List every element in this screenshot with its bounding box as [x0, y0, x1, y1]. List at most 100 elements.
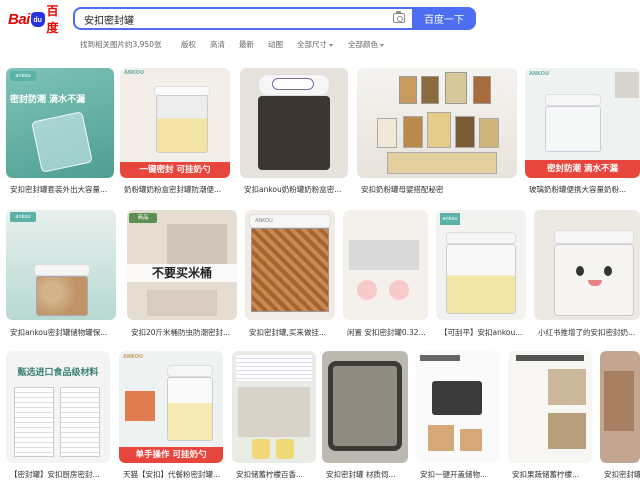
face-eye: [604, 266, 612, 276]
jar-illustration: [479, 118, 499, 148]
document-photo: [60, 387, 100, 457]
logo-text-baidu: 百度: [46, 4, 59, 35]
jar-illustration: [251, 228, 329, 312]
image-result[interactable]: [508, 351, 592, 463]
image-result[interactable]: [534, 210, 640, 320]
promo-banner: 密封防潮 滴水不漏: [525, 160, 640, 178]
image-caption[interactable]: 安扣20斤米桶防虫防潮密封...: [131, 327, 237, 338]
jar-lid: [34, 264, 90, 276]
image-caption[interactable]: 安扣密封罐 材质伺...: [326, 469, 408, 480]
image-caption[interactable]: 玻璃奶粉罐便携大容量奶粉...: [529, 184, 640, 195]
brand-badge: ANKOU: [255, 218, 273, 224]
image-caption[interactable]: 天猫【安扣】代餐粉密封罐...: [123, 469, 223, 480]
jar-illustration: [258, 96, 330, 170]
image-result[interactable]: 商品 不要买米桶: [127, 210, 237, 320]
result-count: 找到相关图片约3,950张: [80, 40, 162, 49]
jar-lid: [545, 94, 601, 106]
paw-icon: du: [30, 11, 45, 27]
image-caption[interactable]: 小红书推增了的安扣密封奶...: [538, 327, 638, 338]
search-input[interactable]: [75, 10, 375, 29]
image-caption[interactable]: 安扣ankou密封罐储物罐保...: [10, 327, 116, 338]
image-caption[interactable]: 安扣密封罐,买来做挂...: [249, 327, 335, 338]
image-result[interactable]: [343, 210, 428, 320]
image-caption[interactable]: 奶粉罐奶粉盒密封罐防潮便...: [124, 184, 230, 195]
image-caption[interactable]: 安扣果蔬储蓄柠檬...: [512, 469, 592, 480]
image-result[interactable]: [600, 351, 640, 463]
jar-illustration: [421, 76, 439, 104]
step-photo: [548, 369, 586, 405]
logo-text-bai: Bai: [8, 10, 30, 28]
product-photo: [147, 290, 217, 316]
search-button[interactable]: 百度一下: [412, 7, 476, 30]
product-photo: [349, 240, 419, 270]
filter-latest[interactable]: 最新: [239, 39, 254, 50]
baidu-logo[interactable]: Bai du 百度: [8, 4, 70, 35]
brand-badge: 商品: [129, 213, 157, 223]
jar-illustration: [455, 116, 475, 148]
image-result[interactable]: ANKOU 单手操作 可挂奶勺: [119, 351, 223, 463]
camera-icon[interactable]: [393, 11, 405, 23]
search-box: [73, 7, 414, 30]
text-panel: [420, 355, 460, 361]
jar-lid: [167, 365, 213, 377]
image-caption[interactable]: 安扣密封罐 ...: [604, 469, 640, 480]
image-result[interactable]: [416, 351, 500, 463]
image-result[interactable]: ankou: [436, 210, 526, 320]
image-result[interactable]: ankou 密封防潮 滴水不漏: [6, 68, 114, 178]
image-result[interactable]: ANKOU 密封防潮 滴水不漏: [525, 68, 640, 178]
jar-illustration: [473, 76, 491, 104]
step-photo: [548, 413, 586, 449]
filter-animated[interactable]: 动图: [268, 39, 283, 50]
lid-button: [272, 78, 314, 90]
promo-banner: 不要买米桶: [127, 264, 237, 282]
image-result[interactable]: [232, 351, 316, 463]
image-result[interactable]: [240, 68, 348, 178]
jar-illustration: [446, 244, 516, 314]
image-result[interactable]: ANKOU 一键密封 可挂奶勺: [120, 68, 230, 178]
jar-illustration: [156, 95, 208, 153]
filter-copyright[interactable]: 版权: [181, 39, 196, 50]
filter-all-colors[interactable]: 全部颜色: [348, 39, 384, 50]
jar-illustration: [445, 72, 467, 104]
image-result[interactable]: [357, 68, 517, 178]
filter-all-sizes[interactable]: 全部尺寸: [297, 39, 333, 50]
filter-all-colors-label: 全部颜色: [348, 40, 378, 49]
document-photo: [14, 387, 54, 457]
promo-banner: 一键密封 可挂奶勺: [120, 162, 230, 178]
product-photo: [167, 224, 227, 264]
image-caption[interactable]: 安扣一键开盖储物...: [420, 469, 500, 480]
image-caption[interactable]: 安扣奶粉罐母婴搭配秘密: [361, 184, 517, 195]
box-illustration: [428, 425, 454, 451]
box-illustration: [460, 429, 482, 451]
brand-badge: ankou: [440, 213, 460, 225]
product-photo: [604, 371, 634, 431]
filter-hd[interactable]: 高清: [210, 39, 225, 50]
image-caption[interactable]: 安扣密封罐套装外出大容量...: [10, 184, 114, 195]
jar-illustration: [432, 381, 482, 415]
image-caption[interactable]: 闲置 安扣密封罐0.32...: [347, 327, 428, 338]
brand-badge: ANKOU: [123, 354, 144, 360]
image-caption[interactable]: 安扣储蓄柠檬百香...: [236, 469, 316, 480]
jar-illustration: [276, 439, 294, 459]
jar-illustration: [252, 439, 270, 459]
chevron-down-icon: [329, 43, 333, 47]
image-result[interactable]: 甄选进口食品级材料: [6, 351, 110, 463]
brand-badge: ankou: [10, 212, 36, 222]
image-result[interactable]: [322, 351, 408, 463]
jar-illustration: [403, 116, 423, 148]
face-eye: [576, 266, 584, 276]
brand-badge: ankou: [10, 71, 36, 81]
promo-banner: 密封防潮 滴水不漏: [10, 95, 86, 105]
image-caption[interactable]: 【可刮平】安扣ankou...: [440, 327, 526, 338]
promo-banner: 甄选进口食品级材料: [17, 368, 99, 378]
product-photo: [357, 280, 377, 300]
image-result[interactable]: ankou: [6, 210, 116, 320]
jar-illustration: [36, 276, 88, 316]
brand-badge: ANKOU: [529, 71, 550, 77]
image-caption[interactable]: 【密封罐】安扣厨房密封...: [10, 469, 110, 480]
jar-illustration: [387, 152, 497, 174]
image-caption[interactable]: 安扣ankou奶粉罐奶粉盒密...: [244, 184, 348, 195]
jar-illustration: [31, 111, 93, 173]
product-photo: [389, 280, 409, 300]
image-result[interactable]: ANKOU: [245, 210, 335, 320]
